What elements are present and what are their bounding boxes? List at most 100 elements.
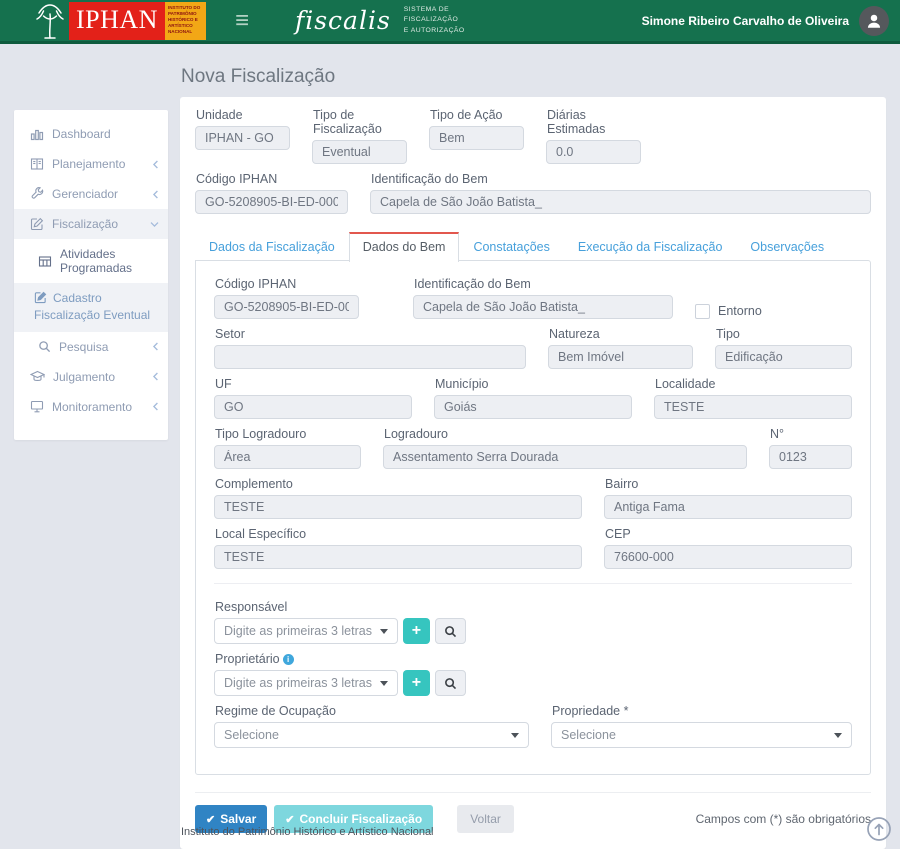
app-subtitle-line: SISTEMA DE	[404, 5, 465, 16]
proprietario-search-button[interactable]	[435, 670, 466, 696]
app-subtitle-line: E AUTORIZAÇÃO	[404, 26, 465, 37]
sidebar-item-monitoramento[interactable]: Monitoramento	[14, 392, 168, 422]
tab-dados-da-fiscalizacao[interactable]: Dados da Fiscalização	[195, 232, 349, 261]
entorno-checkbox[interactable]	[695, 304, 710, 319]
user-menu[interactable]: Simone Ribeiro Carvalho de Oliveira	[642, 6, 889, 36]
tab-execucao-da-fiscalizacao[interactable]: Execução da Fiscalização	[564, 232, 737, 261]
iphan-logo[interactable]: IPHAN Instituto do Patrimônio Histórico …	[33, 2, 206, 40]
chevron-left-icon	[152, 342, 159, 351]
sidebar-item-dashboard[interactable]: Dashboard	[14, 119, 168, 149]
propriedade-select[interactable]: Selecione	[551, 722, 852, 748]
fiscalizacao-card: Unidade Tipo de Fiscalização Tipo de Açã…	[180, 97, 886, 849]
voltar-button[interactable]: Voltar	[457, 805, 514, 833]
info-icon: i	[283, 654, 294, 665]
diarias-estimadas-label: Diárias Estimadas	[547, 108, 641, 136]
localidade-label: Localidade	[655, 377, 852, 391]
responsavel-placeholder: Digite as primeiras 3 letras	[224, 624, 372, 638]
bem-identificacao-label: Identificação do Bem	[414, 277, 673, 291]
regime-ocupacao-select[interactable]: Selecione	[214, 722, 529, 748]
bairro-label: Bairro	[605, 477, 852, 491]
responsavel-add-button[interactable]: +	[403, 618, 430, 644]
tipo-field	[715, 345, 852, 369]
pencil-square-icon	[30, 217, 44, 231]
uf-label: UF	[215, 377, 412, 391]
logradouro-label: Logradouro	[384, 427, 747, 441]
required-fields-note: Campos com (*) são obrigatórios	[696, 812, 871, 826]
app-subtitle: SISTEMA DE FISCALIZAÇÃO E AUTORIZAÇÃO	[404, 5, 465, 37]
chevron-left-icon	[152, 372, 159, 381]
tab-observacoes[interactable]: Observações	[736, 232, 838, 261]
monitor-icon	[30, 400, 44, 413]
sidebar-item-label: Fiscalização	[52, 217, 142, 231]
sidebar-item-label: Planejamento	[52, 157, 144, 171]
sidebar-item-pesquisa[interactable]: Pesquisa	[14, 332, 168, 362]
natureza-field	[548, 345, 693, 369]
logradouro-field	[383, 445, 747, 469]
chevron-left-icon	[152, 160, 159, 169]
caret-down-icon	[380, 629, 388, 634]
summary-row-1: Unidade Tipo de Fiscalização Tipo de Açã…	[195, 108, 871, 172]
caret-down-icon	[380, 681, 388, 686]
proprietario-select[interactable]: Digite as primeiras 3 letras	[214, 670, 398, 696]
edit-icon	[34, 291, 47, 304]
avatar[interactable]	[859, 6, 889, 36]
proprietario-label: Proprietárioi	[215, 652, 852, 666]
complemento-label: Complemento	[215, 477, 582, 491]
local-especifico-field	[214, 545, 582, 569]
localidade-field	[654, 395, 852, 419]
chevron-left-icon	[152, 402, 159, 411]
sidebar-item-label: Gerenciador	[52, 187, 144, 201]
sidebar-item-cadastro-fiscalizacao-eventual[interactable]: Cadastro Fiscalização Eventual	[14, 283, 168, 332]
fiscalis-logo: fiscalis	[295, 6, 391, 35]
sidebar-item-planejamento[interactable]: Planejamento	[14, 149, 168, 179]
entorno-checkbox-group: Entorno	[695, 295, 762, 327]
sidebar-item-atividades-programadas[interactable]: Atividades Programadas	[14, 239, 168, 283]
numero-field	[769, 445, 852, 469]
tipo-acao-field	[429, 126, 524, 150]
graduation-cap-icon	[30, 370, 45, 383]
book-icon	[30, 157, 44, 171]
entorno-label: Entorno	[718, 304, 762, 318]
tab-constatacoes[interactable]: Constatações	[459, 232, 563, 261]
check-icon: ✔	[206, 813, 215, 826]
sidebar-item-gerenciador[interactable]: Gerenciador	[14, 179, 168, 209]
unidade-field	[195, 126, 290, 150]
municipio-field	[434, 395, 632, 419]
sidebar-item-label: Monitoramento	[52, 400, 144, 414]
setor-label: Setor	[215, 327, 526, 341]
tipo-fiscalizacao-label: Tipo de Fiscalização	[313, 108, 407, 136]
sidebar-item-label: Julgamento	[53, 370, 144, 384]
municipio-label: Município	[435, 377, 632, 391]
cep-label: CEP	[605, 527, 852, 541]
tab-dados-do-bem[interactable]: Dados do Bem	[349, 232, 460, 262]
sidebar-item-label: Pesquisa	[59, 340, 144, 354]
check-icon: ✔	[285, 813, 294, 826]
menu-toggle-icon[interactable]: ≡	[235, 10, 249, 32]
identificacao-bem-field	[370, 190, 871, 214]
tab-panel-dados-do-bem: Código IPHAN Identificação do Bem Entorn…	[195, 260, 871, 775]
sidebar-item-fiscalizacao[interactable]: Fiscalização	[14, 209, 168, 239]
search-icon	[444, 625, 457, 638]
proprietario-add-button[interactable]: +	[403, 670, 430, 696]
proprietario-placeholder: Digite as primeiras 3 letras	[224, 676, 372, 690]
sidebar: Dashboard Planejamento Gerenciador Fisca…	[14, 110, 168, 440]
bem-codigo-iphan-label: Código IPHAN	[215, 277, 359, 291]
tipo-label: Tipo	[716, 327, 852, 341]
responsavel-select[interactable]: Digite as primeiras 3 letras	[214, 618, 398, 644]
section-divider	[214, 583, 852, 584]
page-title: Nova Fiscalização	[181, 66, 886, 88]
user-icon	[865, 12, 883, 30]
tipo-fiscalizacao-field	[312, 140, 407, 164]
sidebar-item-julgamento[interactable]: Julgamento	[14, 362, 168, 392]
search-icon	[38, 340, 51, 353]
caret-down-icon	[511, 733, 519, 738]
tipo-logradouro-label: Tipo Logradouro	[215, 427, 361, 441]
bar-chart-icon	[30, 127, 44, 141]
regime-placeholder: Selecione	[224, 728, 279, 742]
responsavel-search-button[interactable]	[435, 618, 466, 644]
scroll-to-top-button[interactable]	[866, 816, 892, 842]
actions-divider	[195, 792, 871, 793]
chevron-left-icon	[152, 190, 159, 199]
tipo-logradouro-field	[214, 445, 361, 469]
user-name: Simone Ribeiro Carvalho de Oliveira	[642, 14, 849, 28]
